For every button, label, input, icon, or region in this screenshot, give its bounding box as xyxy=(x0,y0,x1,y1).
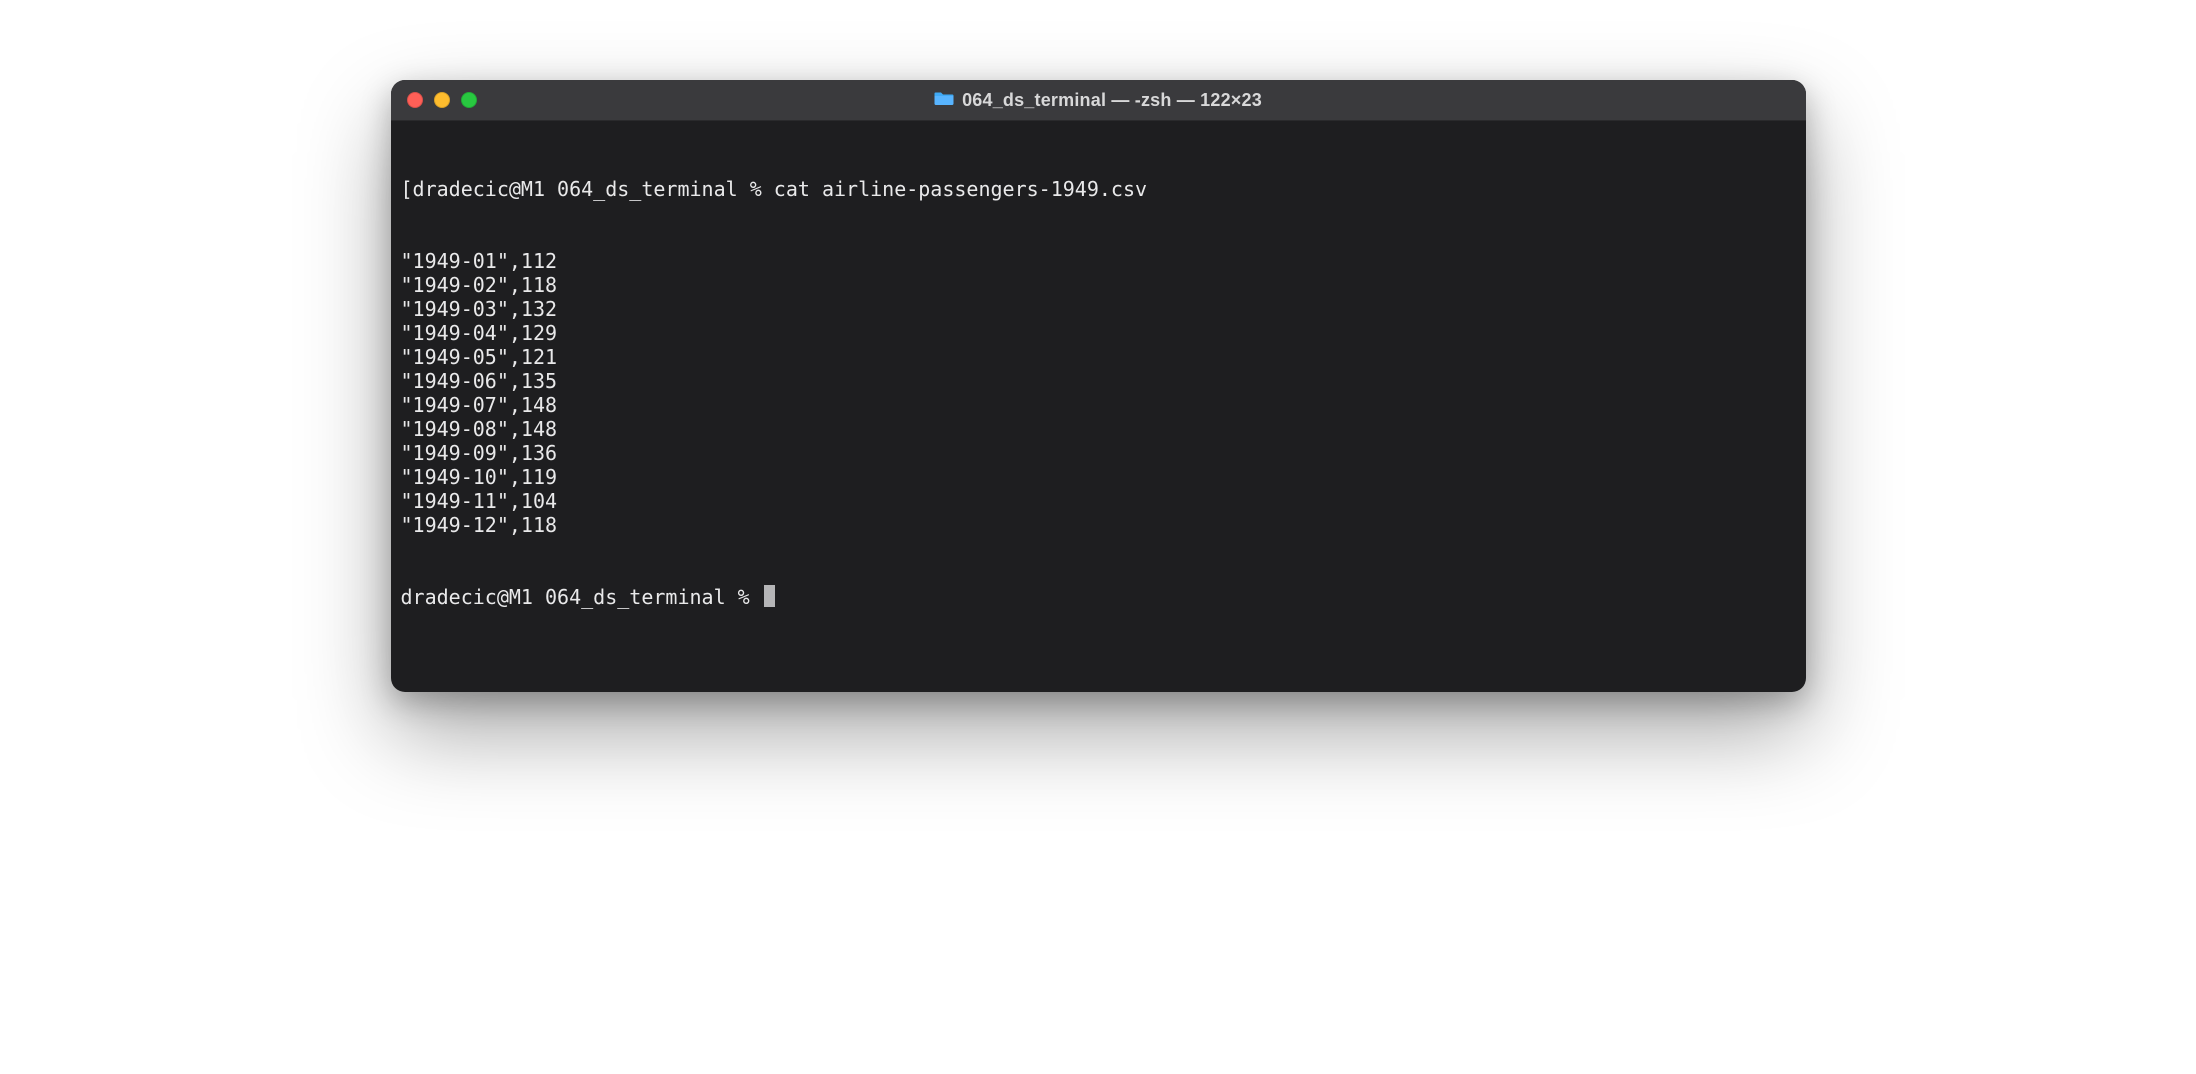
minimize-window-button[interactable] xyxy=(434,92,450,108)
output-line: "1949-04",129 xyxy=(401,321,1796,345)
output-line: "1949-03",132 xyxy=(401,297,1796,321)
output-line: "1949-11",104 xyxy=(401,489,1796,513)
output-line: "1949-07",148 xyxy=(401,393,1796,417)
folder-icon xyxy=(934,90,954,111)
cursor-block xyxy=(764,585,775,607)
output-line: "1949-09",136 xyxy=(401,441,1796,465)
output-line: "1949-12",118 xyxy=(401,513,1796,537)
prompt-and-command: dradecic@M1 064_ds_terminal % cat airlin… xyxy=(413,177,1148,201)
current-prompt-line: dradecic@M1 064_ds_terminal % xyxy=(401,585,1796,609)
output-line: "1949-05",121 xyxy=(401,345,1796,369)
output-line: "1949-01",112 xyxy=(401,249,1796,273)
output-line: "1949-02",118 xyxy=(401,273,1796,297)
zoom-window-button[interactable] xyxy=(461,92,477,108)
command-output: "1949-01",112"1949-02",118"1949-03",132"… xyxy=(401,249,1796,537)
window-titlebar: 064_ds_terminal — -zsh — 122×23 xyxy=(391,80,1806,121)
output-line: "1949-10",119 xyxy=(401,465,1796,489)
output-line: "1949-08",148 xyxy=(401,417,1796,441)
terminal-window: 064_ds_terminal — -zsh — 122×23 [dradeci… xyxy=(391,80,1806,692)
output-line: "1949-06",135 xyxy=(401,369,1796,393)
window-title: 064_ds_terminal — -zsh — 122×23 xyxy=(962,90,1262,111)
window-controls xyxy=(407,92,477,108)
terminal-body[interactable]: [dradecic@M1 064_ds_terminal % cat airli… xyxy=(391,121,1806,692)
command-line: [dradecic@M1 064_ds_terminal % cat airli… xyxy=(401,177,1796,201)
prompt: dradecic@M1 064_ds_terminal % xyxy=(401,585,762,609)
close-window-button[interactable] xyxy=(407,92,423,108)
